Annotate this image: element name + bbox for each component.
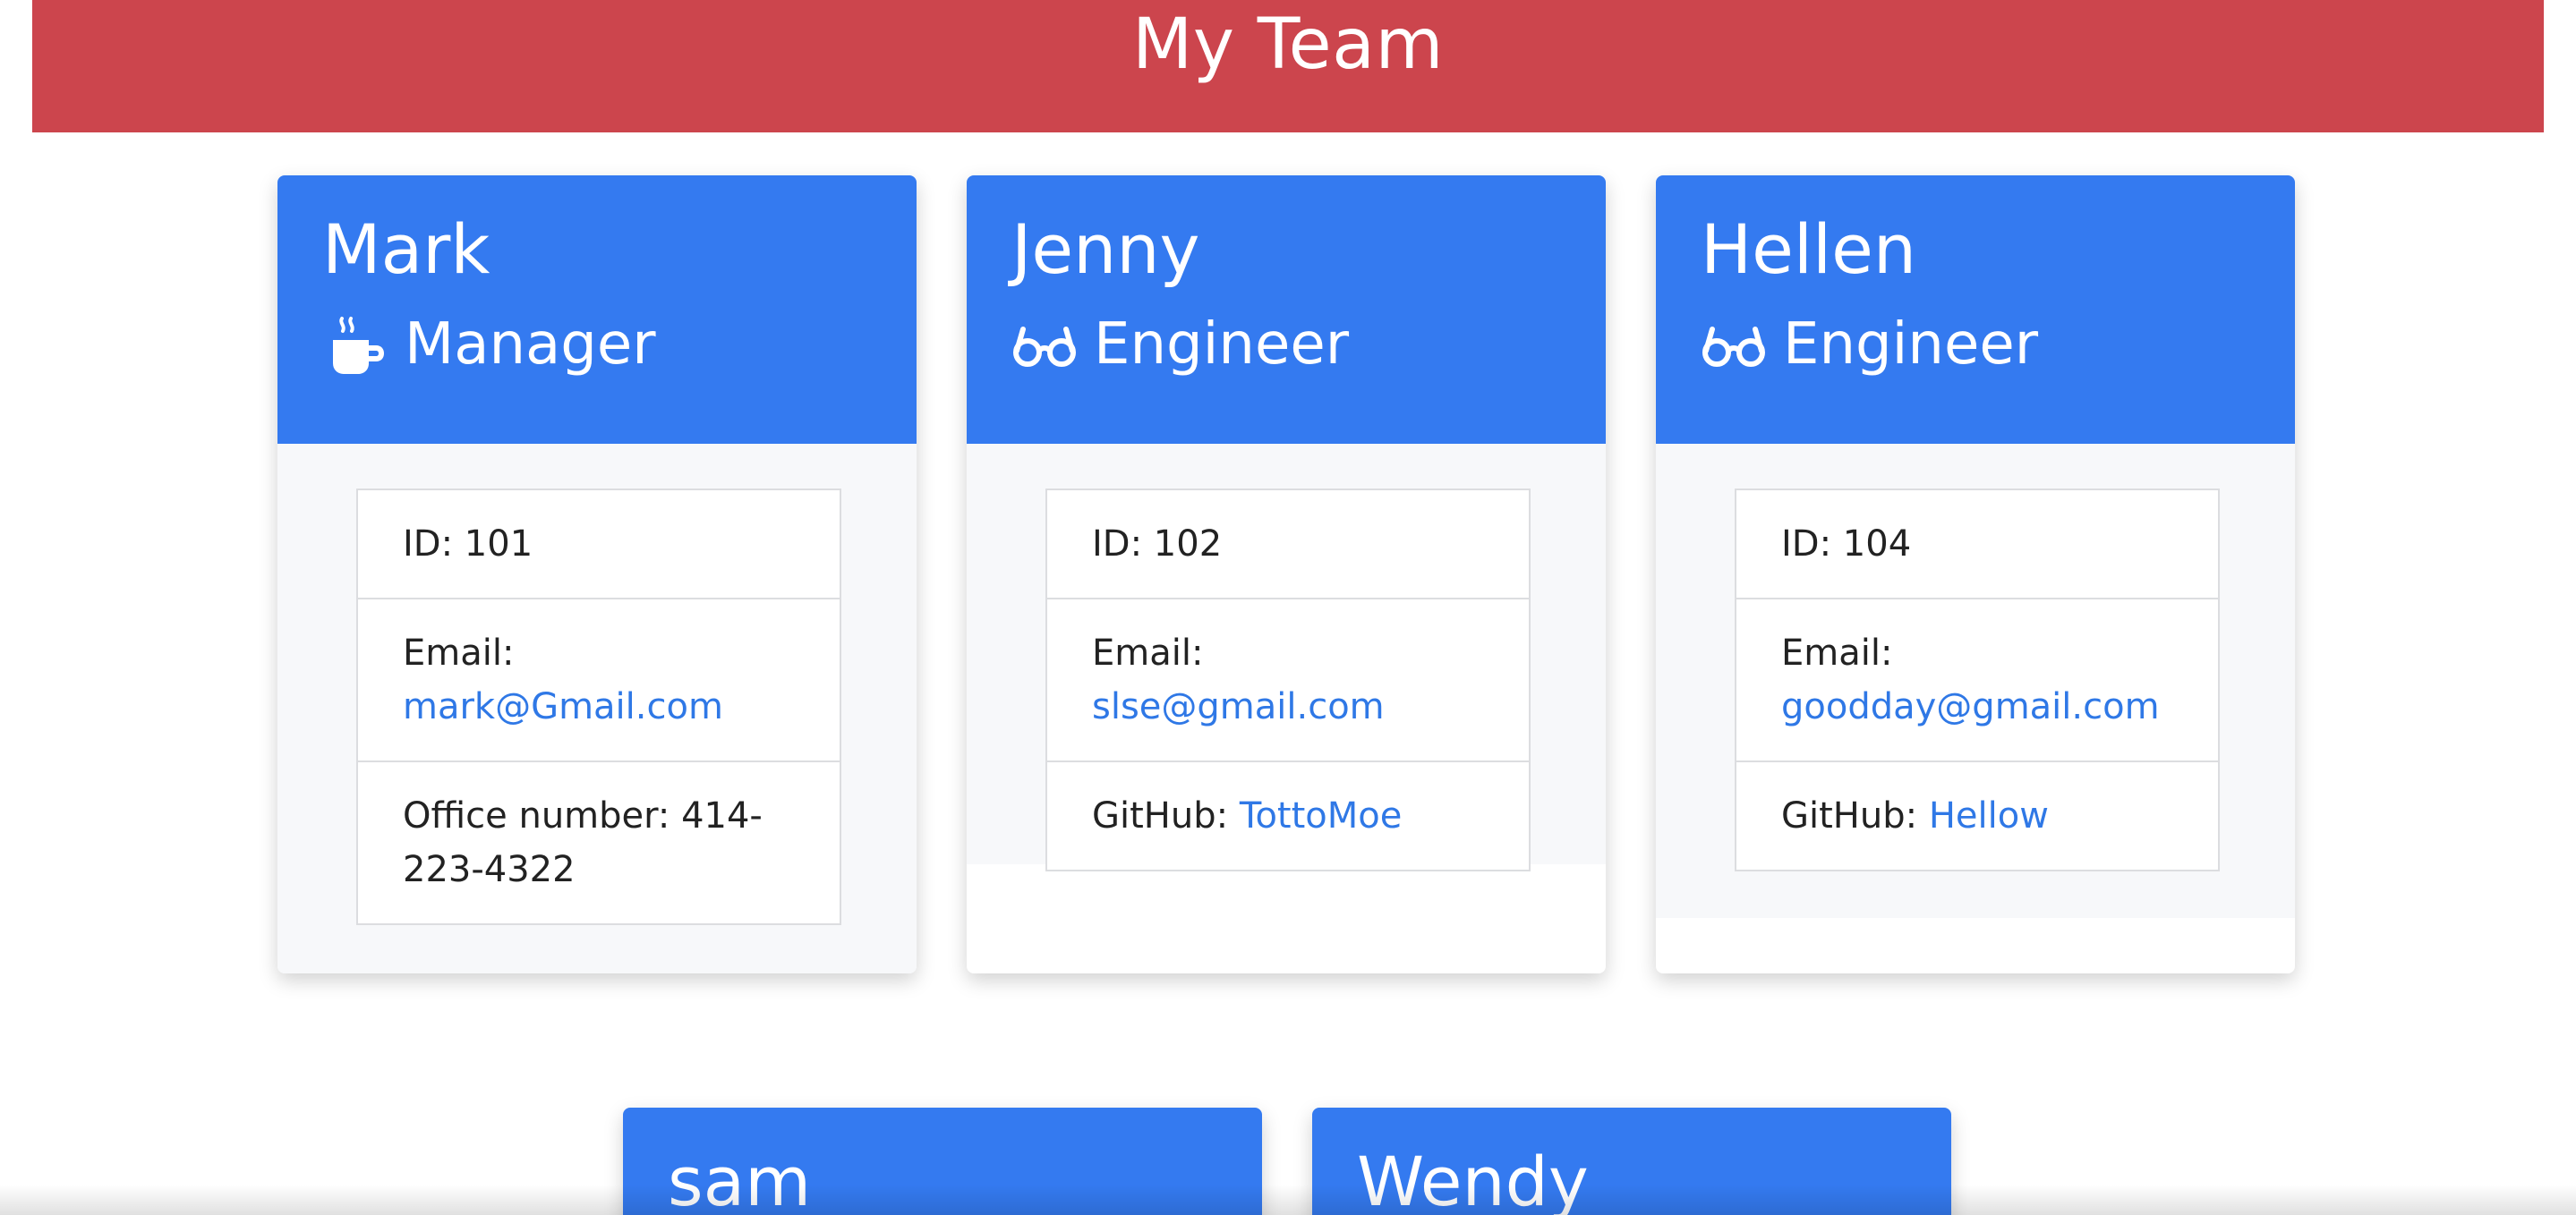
github-item: GitHub: Hellow [1736,760,2218,870]
employee-card-mark: Mark Manager ID: 101 Email: mark@Gmail.c… [277,175,917,973]
github-item: GitHub: TottoMoe [1047,760,1529,870]
card-body: ID: 104 Email: goodday@gmail.com GitHub:… [1656,444,2295,918]
glasses-icon [1701,311,1767,378]
email-link[interactable]: goodday@gmail.com [1781,686,2160,727]
employee-name: Jenny [1011,209,1200,289]
email-link[interactable]: mark@Gmail.com [403,686,723,727]
id-label: ID: [1092,523,1143,565]
office-number-item: Office number: 414-223-4322 [358,760,840,923]
id-item: ID: 101 [358,490,840,598]
info-list: ID: 104 Email: goodday@gmail.com GitHub:… [1735,489,2220,871]
email-label: Email: [1092,633,1204,674]
employee-name: Mark [322,209,490,289]
card-body: ID: 102 Email: slse@gmail.com GitHub: To… [967,444,1606,871]
id-item: ID: 104 [1736,490,2218,598]
glasses-icon [1011,311,1078,378]
id-value: 102 [1153,523,1223,565]
employee-role: Engineer [1783,311,2039,378]
bottom-fade [0,1185,2576,1215]
employee-name: Hellen [1701,209,1917,289]
card-body: ID: 101 Email: mark@Gmail.com Office num… [277,444,917,973]
info-list: ID: 101 Email: mark@Gmail.com Office num… [356,489,841,925]
employee-role: Manager [405,311,656,378]
github-label: GitHub: [1092,795,1229,837]
info-list: ID: 102 Email: slse@gmail.com GitHub: To… [1045,489,1531,871]
email-item: Email: slse@gmail.com [1047,598,1529,760]
id-value: 104 [1842,523,1912,565]
email-item: Email: mark@Gmail.com [358,598,840,760]
id-item: ID: 102 [1047,490,1529,598]
role-line: Engineer [1701,311,2038,378]
role-line: Engineer [1011,311,1349,378]
role-line: Manager [322,311,656,378]
email-label: Email: [1781,633,1893,674]
employee-card-jenny: Jenny Engineer ID: 102 Email: slse@gmail… [967,175,1606,973]
employee-role: Engineer [1094,311,1350,378]
github-link[interactable]: Hellow [1929,795,2049,837]
employee-card-hellen: Hellen Engineer ID: 104 Email: goodday@g… [1656,175,2295,973]
mug-icon [322,311,388,378]
github-label: GitHub: [1781,795,1918,837]
id-label: ID: [1781,523,1832,565]
team-page: My Team Mark Manager ID: 101 Email: mark… [0,0,2576,1215]
email-label: Email: [403,633,515,674]
email-link[interactable]: slse@gmail.com [1092,686,1385,727]
id-label: ID: [403,523,454,565]
card-header: Jenny Engineer [967,175,1606,444]
page-title: My Team [1132,4,1444,85]
email-item: Email: goodday@gmail.com [1736,598,2218,760]
office-number-label: Office number: [403,795,670,837]
id-value: 101 [464,523,533,565]
card-header: Hellen Engineer [1656,175,2295,444]
page-header: My Team [32,0,2544,132]
card-header: Mark Manager [277,175,917,444]
github-link[interactable]: TottoMoe [1240,795,1403,837]
